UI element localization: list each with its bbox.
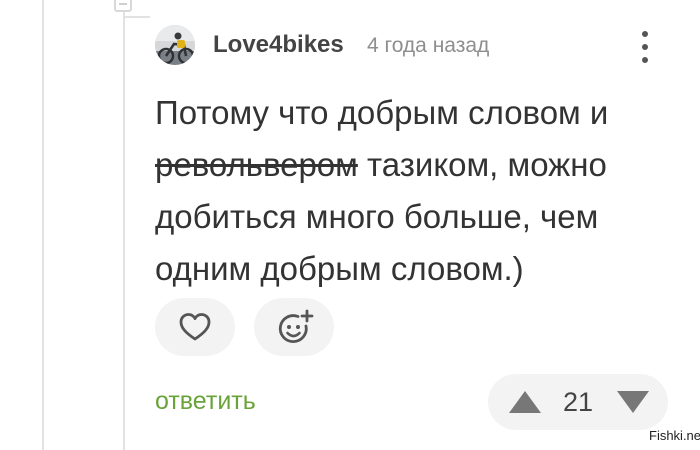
thread-connector bbox=[124, 16, 150, 18]
comment-text-start: Потому что добрым словом и bbox=[155, 94, 609, 131]
reply-link[interactable]: ответить bbox=[155, 387, 256, 416]
avatar-photo-icon bbox=[155, 25, 195, 65]
watermark: Fishki.net bbox=[649, 428, 700, 443]
thread-line-outer bbox=[42, 0, 44, 450]
comment-body: Потому что добрым словом и револьвером т… bbox=[155, 87, 675, 295]
avatar[interactable] bbox=[155, 25, 195, 65]
like-button[interactable] bbox=[155, 298, 235, 356]
more-options-button[interactable] bbox=[633, 27, 657, 67]
heart-icon bbox=[179, 313, 211, 341]
add-emoji-icon bbox=[278, 309, 314, 343]
rating-count: 21 bbox=[563, 387, 594, 417]
triangle-up-icon[interactable] bbox=[508, 390, 542, 414]
comment-text-strikethrough: револьвером bbox=[155, 146, 358, 183]
comment-time: 4 года назад bbox=[367, 34, 490, 57]
collapse-thread-button[interactable] bbox=[114, 0, 132, 12]
triangle-down-icon[interactable] bbox=[616, 390, 650, 414]
comment-author[interactable]: Love4bikes bbox=[213, 31, 344, 59]
add-reaction-button[interactable] bbox=[254, 298, 334, 356]
thread-line-inner bbox=[123, 0, 125, 450]
rating-widget: 21 bbox=[488, 374, 668, 430]
vertical-dots-icon bbox=[642, 31, 648, 37]
